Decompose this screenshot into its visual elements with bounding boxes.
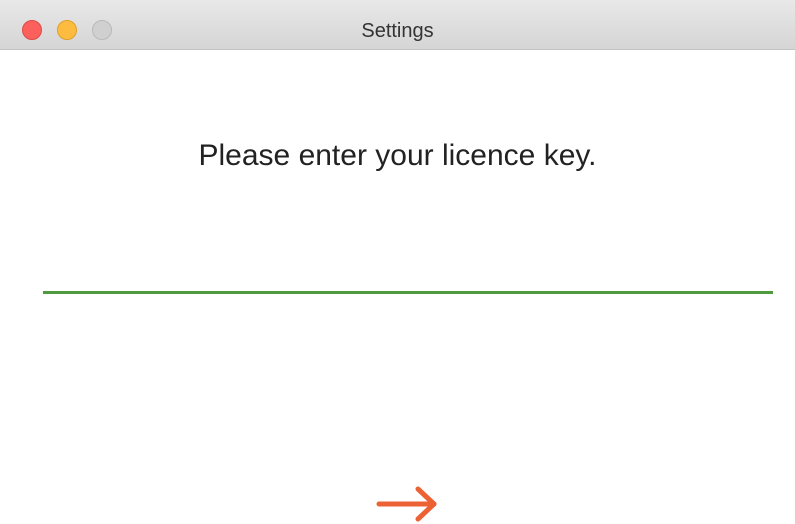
window-title: Settings	[361, 20, 434, 42]
settings-window: Settings Please enter your licence key.	[0, 0, 795, 524]
licence-key-input[interactable]	[43, 252, 773, 294]
licence-prompt: Please enter your licence key.	[198, 139, 597, 172]
next-button[interactable]	[376, 486, 440, 522]
title-bar[interactable]: Settings	[0, 0, 795, 50]
arrow-right-icon	[376, 486, 437, 522]
